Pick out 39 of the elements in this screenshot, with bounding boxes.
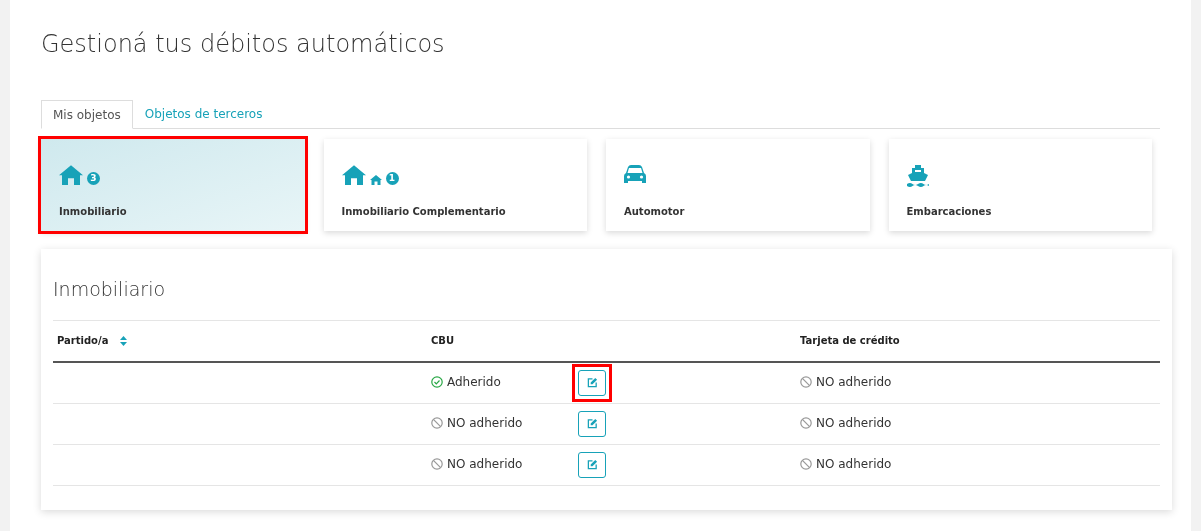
edit-button[interactable] (578, 369, 606, 396)
status-text: NO adherido (431, 413, 523, 432)
status-text: NO adherido (800, 372, 892, 391)
small-house-icon (369, 175, 382, 186)
column-header: CBU (431, 334, 456, 348)
edit-button[interactable] (578, 451, 606, 478)
status-text: NO adherido (800, 454, 892, 473)
count-badge: 1 (385, 172, 399, 186)
edit-icon (586, 459, 598, 470)
status-text: NO adherido (800, 413, 892, 432)
prohibited-icon (800, 375, 812, 388)
prohibited-icon (800, 416, 812, 429)
section-title: Inmobiliario (53, 277, 167, 302)
sort-icon[interactable] (120, 335, 128, 346)
category-label: Inmobiliario (59, 205, 128, 219)
edit-icon (586, 418, 598, 429)
house-icon (59, 165, 83, 186)
status-text: NO adherido (431, 454, 523, 473)
prohibited-icon (431, 457, 443, 470)
prohibited-icon (800, 457, 812, 470)
category-label: Embarcaciones (906, 205, 993, 219)
category-card[interactable]: 1 Inmobiliario Complementario (323, 139, 587, 231)
count-badge: 3 (87, 172, 100, 186)
status-text: Adherido (431, 372, 501, 391)
category-label: Automotor (624, 205, 686, 219)
column-header[interactable]: Partido/a (57, 333, 109, 348)
category-card[interactable]: Automotor (606, 139, 870, 231)
check-circle-icon (431, 375, 443, 388)
prohibited-icon (431, 416, 443, 429)
category-card[interactable]: Embarcaciones (888, 139, 1152, 231)
category-label: Inmobiliario Complementario (341, 205, 507, 219)
ship-icon (906, 165, 929, 187)
car-icon (624, 165, 646, 185)
edit-icon (586, 377, 598, 388)
page-title: Gestioná tus débitos automáticos (41, 29, 446, 60)
tab[interactable]: Mis objetos (41, 100, 133, 129)
category-card[interactable]: 3 Inmobiliario (41, 139, 305, 231)
column-header: Tarjeta de crédito (800, 334, 901, 348)
edit-button[interactable] (578, 410, 606, 437)
